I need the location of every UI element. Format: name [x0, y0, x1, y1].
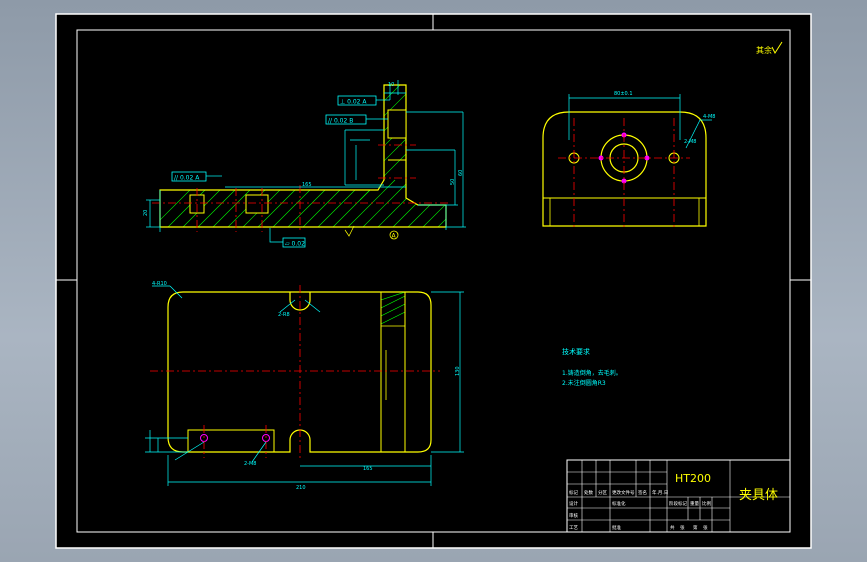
svg-text:80±0.1: 80±0.1 — [614, 91, 633, 97]
svg-text:165: 165 — [363, 466, 373, 472]
tech-req-title: 技术要求 — [562, 347, 590, 356]
svg-text:比例: 比例 — [702, 500, 711, 507]
svg-text:// 0.02 A: // 0.02 A — [174, 175, 200, 182]
svg-text:审核: 审核 — [569, 512, 578, 519]
svg-text:重量: 重量 — [690, 500, 699, 507]
svg-text:处数: 处数 — [584, 489, 593, 496]
svg-text:2-M8: 2-M8 — [244, 461, 256, 467]
svg-text:张: 张 — [703, 524, 708, 531]
svg-text:批准: 批准 — [612, 524, 621, 531]
svg-text:更改文件号: 更改文件号 — [612, 489, 635, 496]
drawing-canvas: 其余 ⊥ 0.02 A // 0.02 B // 0.02 A ▱ 0.02 1… — [55, 13, 812, 549]
svg-text:⊥ 0.02 A: ⊥ 0.02 A — [340, 99, 367, 106]
tech-req-item-2: 2.未注倒圆角R3 — [562, 379, 606, 387]
svg-text:50: 50 — [450, 179, 456, 185]
front-slot-2 — [245, 194, 269, 214]
sheet-background — [56, 14, 811, 548]
svg-text:// 0.02 B: // 0.02 B — [328, 118, 353, 125]
svg-text:标记: 标记 — [569, 489, 578, 496]
cad-viewport: 其余 ⊥ 0.02 A // 0.02 B // 0.02 A ▱ 0.02 1… — [0, 0, 867, 562]
svg-text:2-M8: 2-M8 — [684, 139, 696, 145]
part-name: 夹具体 — [739, 488, 778, 503]
svg-text:▱ 0.02: ▱ 0.02 — [285, 241, 305, 248]
svg-text:210: 210 — [296, 485, 306, 491]
svg-text:165: 165 — [302, 182, 312, 188]
svg-text:张: 张 — [680, 524, 685, 531]
svg-text:10: 10 — [388, 82, 394, 88]
svg-text:60: 60 — [458, 170, 464, 176]
material-label: HT200 — [675, 472, 711, 485]
svg-text:4-M8: 4-M8 — [703, 114, 715, 120]
svg-text:130: 130 — [455, 366, 461, 376]
svg-text:设计: 设计 — [569, 500, 578, 507]
svg-text:分区: 分区 — [598, 489, 607, 496]
svg-text:第: 第 — [693, 524, 698, 531]
svg-text:签名: 签名 — [638, 489, 647, 496]
roughness-mark: 其余 — [756, 45, 772, 55]
svg-text:年.月.日: 年.月.日 — [652, 489, 668, 496]
svg-text:标准化: 标准化 — [612, 500, 626, 507]
svg-text:阶段标记: 阶段标记 — [669, 500, 687, 507]
tech-req-item-1: 1.铸造倒角，去毛刺。 — [562, 369, 622, 377]
svg-text:2-R8: 2-R8 — [278, 312, 290, 318]
svg-text:4-R10: 4-R10 — [152, 281, 167, 287]
front-slot-3 — [387, 109, 407, 139]
svg-text:工艺: 工艺 — [569, 525, 578, 531]
svg-text:共: 共 — [670, 524, 675, 531]
svg-text:20: 20 — [143, 210, 149, 216]
